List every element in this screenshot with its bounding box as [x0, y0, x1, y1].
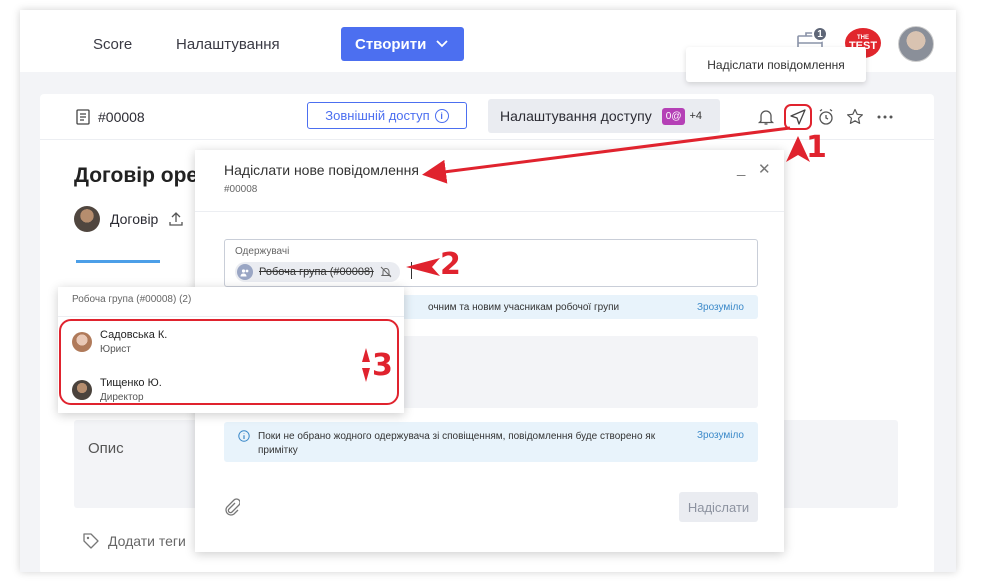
access-settings-button[interactable]: Налаштування доступу 0@ +4: [488, 99, 720, 133]
alarm-clock-icon[interactable]: [816, 107, 836, 127]
document-type: Договір: [110, 211, 159, 227]
owner-avatar: [74, 206, 100, 232]
create-label: Створити: [355, 35, 427, 53]
document-id: #00008: [76, 109, 145, 125]
got-it-link-1[interactable]: Зрозуміло: [697, 302, 744, 313]
send-message-tooltip: Надіслати повідомлення: [686, 47, 866, 82]
info-circle-icon: [238, 430, 250, 445]
info-icon: i: [434, 108, 449, 123]
document-header: #00008 Зовнішній доступ i Налаштування д…: [40, 94, 934, 140]
recipient-chip-label: Робоча група (#00008): [259, 266, 374, 278]
document-id-text: #00008: [98, 109, 145, 125]
access-settings-label: Налаштування доступу: [500, 108, 652, 124]
document-owner-row: Договір: [74, 206, 184, 232]
star-icon[interactable]: [845, 107, 865, 127]
recipient-chip[interactable]: Робоча група (#00008): [235, 262, 400, 282]
access-count: +4: [689, 110, 703, 122]
annotation-3: 3: [372, 348, 393, 383]
got-it-link-2[interactable]: Зрозуміло: [697, 430, 744, 441]
dropdown-divider: [58, 316, 404, 317]
info-note-text: Поки не обрано жодного одержувача зі спо…: [258, 431, 656, 456]
text-cursor: [411, 262, 412, 279]
tag-icon: [83, 533, 99, 549]
send-button[interactable]: Надіслати: [679, 492, 758, 522]
dropdown-header: Робоча група (#00008) (2): [72, 294, 192, 305]
modal-title: Надіслати нове повідомлення: [224, 162, 419, 178]
upload-icon[interactable]: [168, 211, 184, 227]
close-icon[interactable]: ✕: [758, 160, 771, 178]
description-label: Опис: [88, 440, 124, 457]
annotation-1: 1: [806, 130, 827, 165]
modal-divider: [195, 211, 784, 212]
external-access-button[interactable]: Зовнішній доступ i: [307, 102, 467, 129]
external-access-label: Зовнішній доступ: [325, 108, 430, 123]
access-members: 0@ +4: [661, 107, 703, 125]
create-button[interactable]: Створити: [341, 27, 464, 61]
members-highlight: [59, 319, 399, 405]
bell-off-icon[interactable]: [380, 266, 392, 278]
bell-icon[interactable]: [756, 107, 776, 127]
add-tags-label: Додати теги: [108, 533, 186, 549]
user-avatar[interactable]: [898, 26, 934, 62]
document-icon: [76, 109, 90, 125]
annotation-2: 2: [440, 247, 461, 282]
add-tags[interactable]: Додати теги: [82, 532, 186, 550]
modal-subtitle: #00008: [224, 184, 258, 195]
document-title: Договір оре: [74, 164, 199, 187]
nav-settings[interactable]: Налаштування: [176, 36, 280, 53]
recipients-field[interactable]: Одержувачі Робоча група (#00008): [224, 239, 758, 287]
paperclip-icon[interactable]: [224, 498, 240, 516]
chevron-down-icon: [436, 40, 448, 48]
access-pill: 0@: [661, 107, 686, 125]
info-strip-text: очним та новим учасникам робочої групи: [428, 302, 620, 313]
workgroup-dropdown: Робоча група (#00008) (2) Садовська К. Ю…: [58, 287, 404, 413]
active-tab-indicator: [76, 260, 160, 263]
send-highlight: [784, 104, 812, 130]
nav-score[interactable]: Score: [93, 36, 132, 53]
info-strip-note: Поки не обрано жодного одержувача зі спо…: [224, 422, 758, 462]
notification-badge: 1: [812, 26, 828, 42]
more-icon[interactable]: [875, 107, 895, 127]
recipients-label: Одержувачі: [235, 246, 290, 257]
minimize-icon[interactable]: _: [737, 160, 745, 177]
group-icon: [237, 264, 253, 280]
